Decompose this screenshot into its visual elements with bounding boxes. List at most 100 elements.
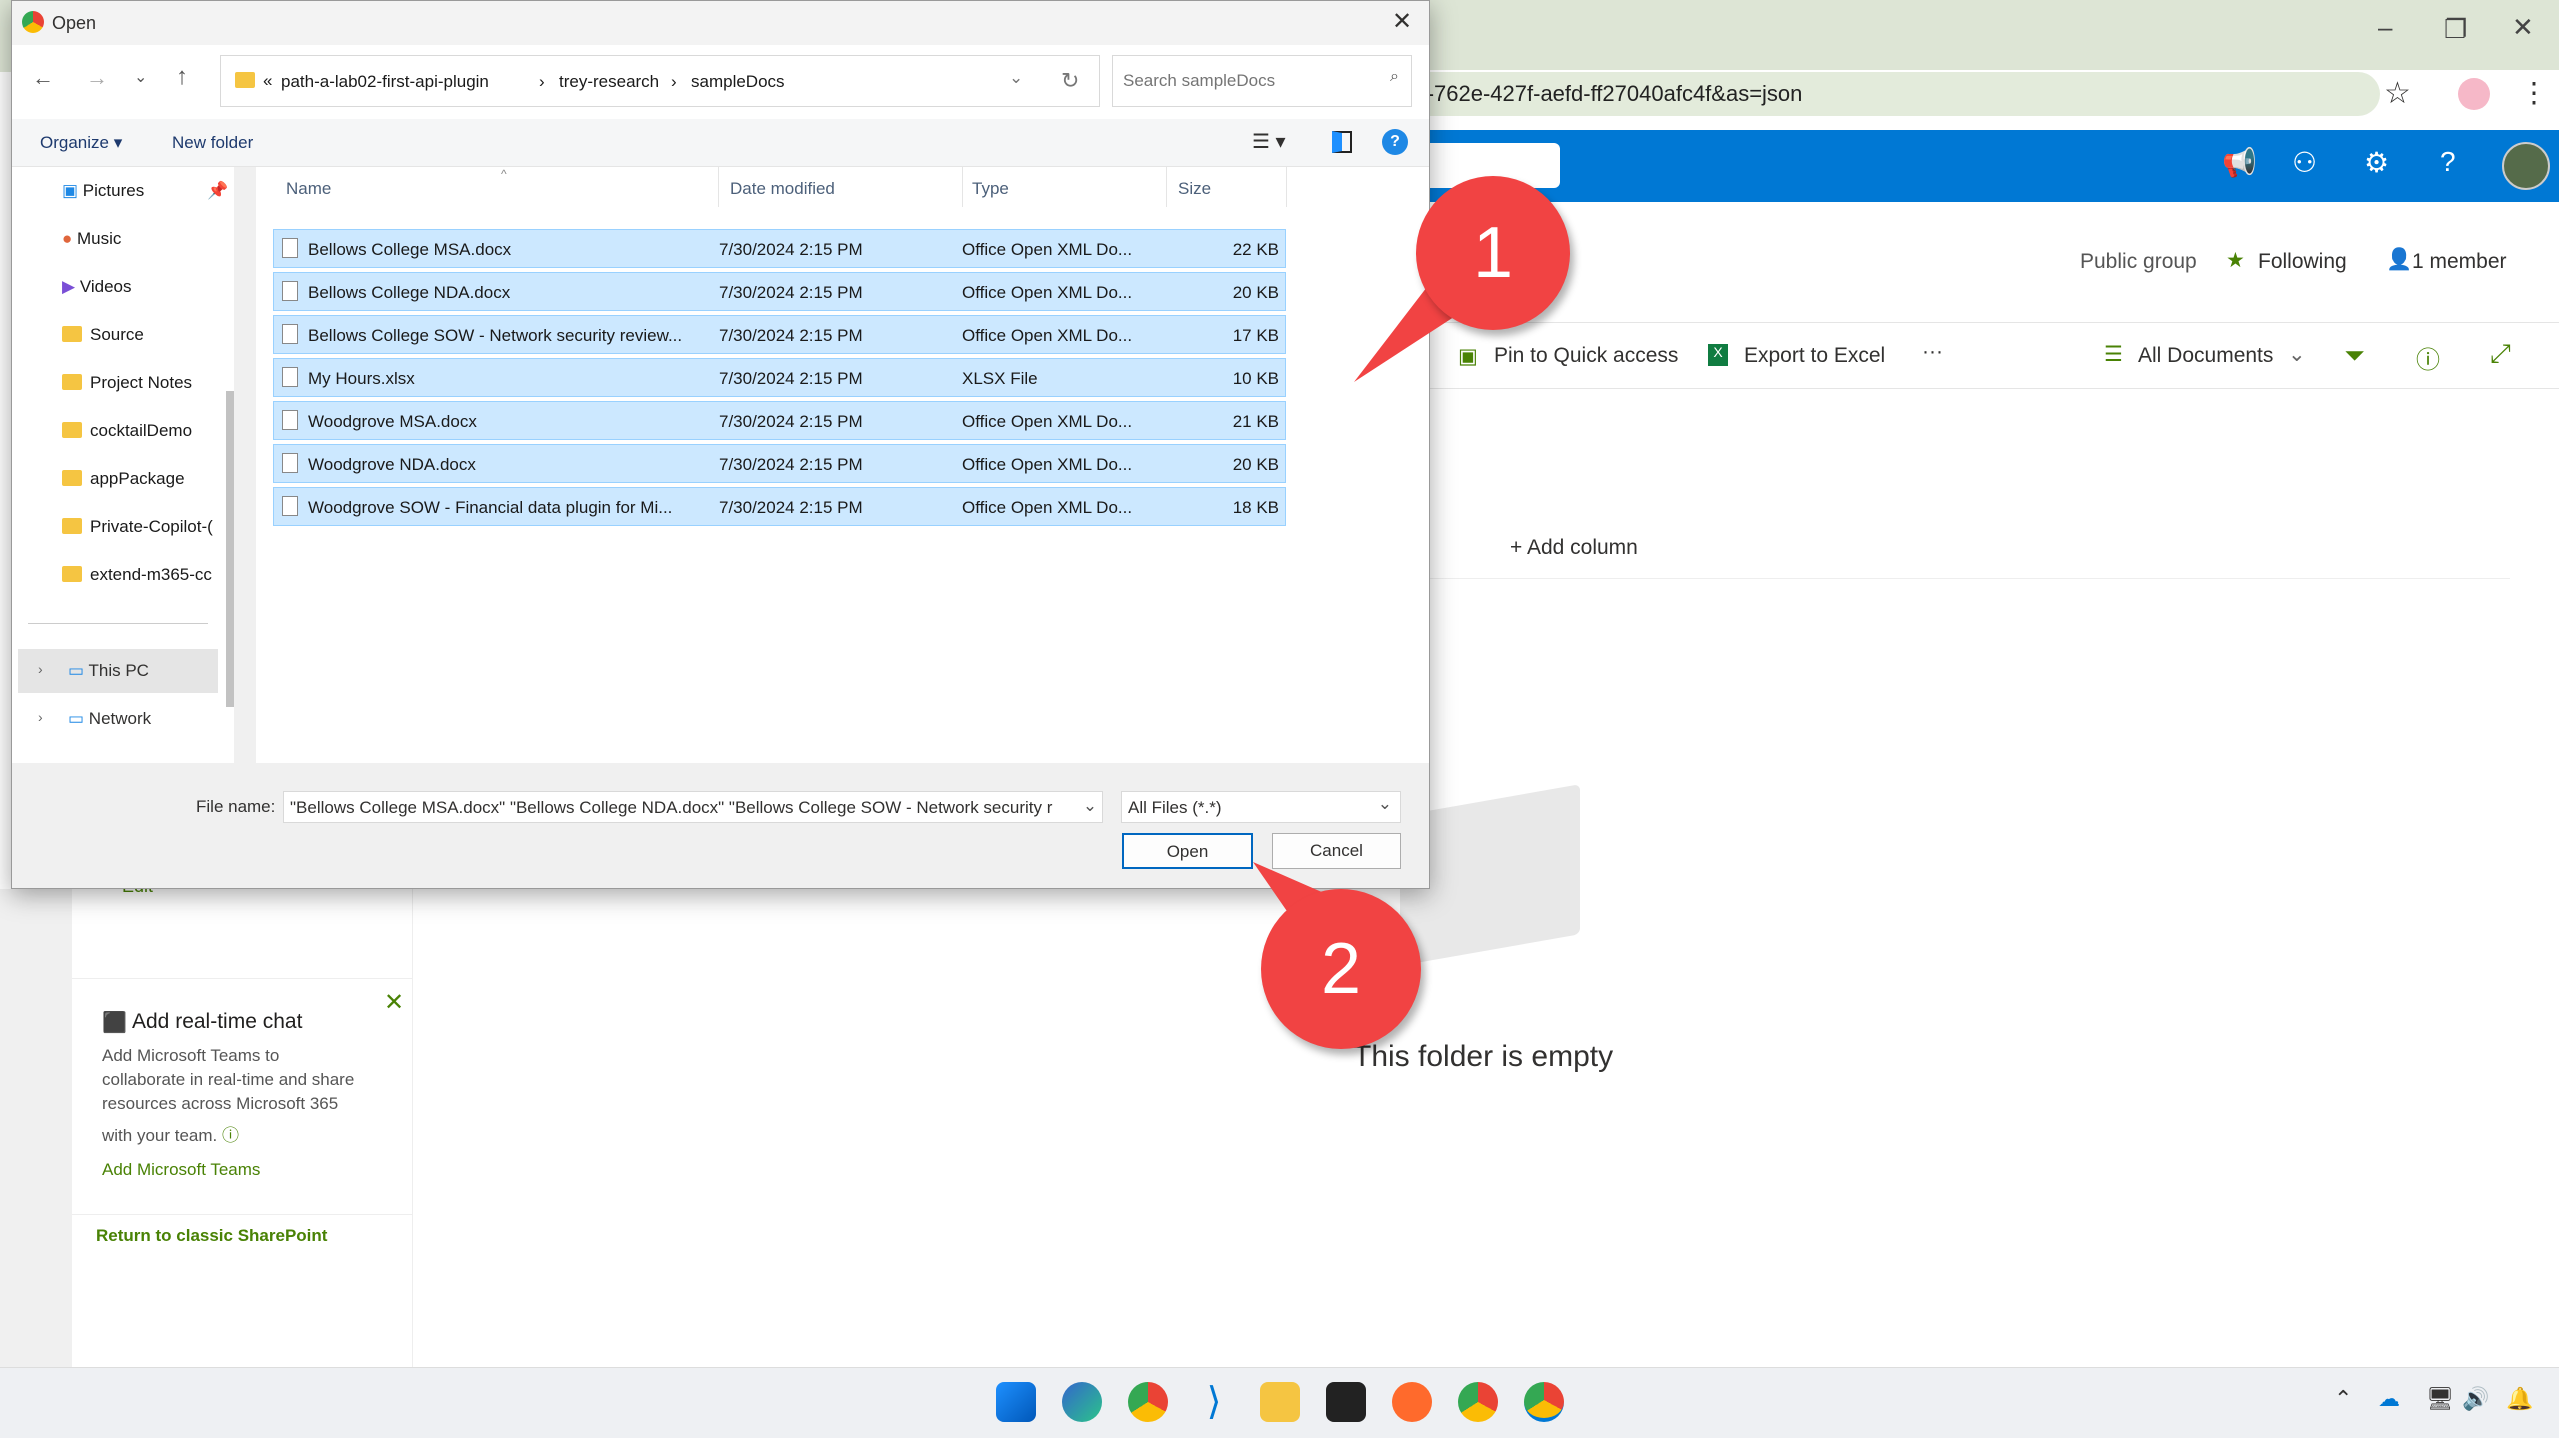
organize-menu[interactable]: Organize ▾ <box>40 133 122 153</box>
add-column-button[interactable]: + Add column <box>1510 536 1638 560</box>
nav-item[interactable]: cocktailDemo <box>62 421 192 441</box>
file-row[interactable]: Woodgrove NDA.docx 7/30/2024 2:15 PM Off… <box>273 444 1286 483</box>
filter-icon[interactable]: ⏷ <box>2344 340 2365 372</box>
chrome-profile-icon[interactable] <box>1458 1382 1498 1422</box>
info-icon[interactable]: ⓘ <box>222 1126 239 1145</box>
view-options-icon[interactable]: ☰ ▾ <box>1252 129 1286 154</box>
file-row[interactable]: Woodgrove SOW - Financial data plugin fo… <box>273 487 1286 526</box>
breadcrumb-segment[interactable]: sampleDocs <box>691 72 785 92</box>
file-size: 17 KB <box>1232 326 1279 345</box>
nav-item-this-pc[interactable]: › ▭ This PC <box>18 649 218 693</box>
nav-item[interactable]: Private-Copilot-( <box>62 517 228 537</box>
cancel-button[interactable]: Cancel <box>1272 833 1401 869</box>
megaphone-icon[interactable]: 📢 <box>2222 146 2257 179</box>
help-icon[interactable]: ? <box>2440 146 2456 178</box>
vscode-icon[interactable]: ⟩ <box>1194 1382 1234 1422</box>
help-icon[interactable]: ? <box>1382 129 1408 155</box>
menu-icon[interactable]: ⋮ <box>2520 76 2548 109</box>
forward-icon[interactable]: → <box>86 65 108 91</box>
view-selector[interactable]: All Documents <box>2138 344 2273 368</box>
file-explorer-icon[interactable] <box>1260 1382 1300 1422</box>
nav-item[interactable]: Project Notes <box>62 373 192 393</box>
up-icon[interactable]: ↑ <box>176 63 188 91</box>
recent-chevron-icon[interactable]: ⌄ <box>134 67 147 87</box>
back-icon[interactable]: ← <box>32 65 54 91</box>
edge-icon[interactable] <box>1062 1382 1102 1422</box>
column-name[interactable]: Name <box>286 179 331 199</box>
nav-item[interactable]: extend-m365-cc <box>62 565 228 585</box>
restore-icon[interactable]: ❐ <box>2444 14 2467 45</box>
file-type-select[interactable]: All Files (*.*) ⌄ <box>1121 791 1401 823</box>
bookmark-star-icon[interactable]: ☆ <box>2384 76 2411 111</box>
divider <box>72 1214 413 1215</box>
members-button[interactable]: 1 member <box>2412 250 2507 274</box>
nav-item[interactable]: ● Music <box>62 229 121 249</box>
profile-icon[interactable] <box>2458 78 2490 110</box>
nav-item[interactable]: ▣ Pictures 📌 <box>62 181 228 201</box>
nav-item[interactable]: ▶ Videos <box>62 277 132 297</box>
refresh-icon[interactable]: ↻ <box>1061 68 1079 94</box>
nav-scrollbar[interactable] <box>226 391 234 707</box>
nav-item[interactable]: appPackage <box>62 469 185 489</box>
chevron-down-icon: ⌄ <box>2288 343 2306 366</box>
nav-item-network[interactable]: › ▭ Network <box>18 697 218 741</box>
url-bar[interactable]: 566-762e-427f-aefd-ff27040afc4f&as=json <box>1380 72 2380 116</box>
address-breadcrumb[interactable]: « path-a-lab02-first-api-plugin › trey-r… <box>220 55 1100 107</box>
file-row[interactable]: Bellows College SOW - Network security r… <box>273 315 1286 354</box>
column-date-modified[interactable]: Date modified <box>730 179 835 199</box>
left-nav-panel: Edit ⬛ Add real-time chat ✕ Add Microsof… <box>72 870 413 1367</box>
breadcrumb-segment[interactable]: trey-research <box>559 72 659 92</box>
terminal-icon[interactable] <box>1326 1382 1366 1422</box>
info-icon[interactable]: ⓘ <box>2416 340 2440 375</box>
close-card-icon[interactable]: ✕ <box>384 988 404 1017</box>
avatar[interactable] <box>2502 142 2550 190</box>
file-row[interactable]: Bellows College MSA.docx 7/30/2024 2:15 … <box>273 229 1286 268</box>
expand-icon[interactable]: ⤢ <box>2490 338 2511 370</box>
more-button[interactable]: ··· <box>1922 340 1943 364</box>
settings-icon[interactable]: ⚙ <box>2364 146 2389 179</box>
search-input[interactable] <box>1123 71 1363 91</box>
volume-icon[interactable]: 🔊 <box>2462 1386 2489 1412</box>
preview-pane-icon[interactable] <box>1332 131 1352 153</box>
column-size[interactable]: Size <box>1178 179 1211 199</box>
breadcrumb-segment[interactable]: path-a-lab02-first-api-plugin <box>281 72 489 92</box>
file-row[interactable]: Bellows College NDA.docx 7/30/2024 2:15 … <box>273 272 1286 311</box>
file-name: Bellows College NDA.docx <box>308 283 511 302</box>
excel-icon: X <box>1708 344 1728 366</box>
history-dropdown-icon[interactable]: ⌄ <box>1009 68 1023 88</box>
following-button[interactable]: Following <box>2258 250 2347 274</box>
chrome-icon[interactable] <box>1128 1382 1168 1422</box>
chrome-active-icon[interactable] <box>1524 1382 1564 1422</box>
app-icon[interactable]: ⚇ <box>2292 146 2317 179</box>
open-button[interactable]: Open <box>1122 833 1253 869</box>
folder-icon <box>62 326 82 342</box>
file-type: XLSX File <box>962 369 1038 388</box>
search-box[interactable]: ⌕ <box>1112 55 1412 107</box>
pin-quick-access-button[interactable]: Pin to Quick access <box>1494 344 1678 368</box>
start-icon[interactable] <box>996 1382 1036 1422</box>
close-window-icon[interactable]: ✕ <box>2512 12 2534 43</box>
new-folder-button[interactable]: New folder <box>172 133 253 153</box>
classic-sharepoint-link[interactable]: Return to classic SharePoint <box>96 1226 327 1246</box>
file-row[interactable]: Woodgrove MSA.docx 7/30/2024 2:15 PM Off… <box>273 401 1286 440</box>
add-teams-link[interactable]: Add Microsoft Teams <box>102 1160 260 1180</box>
column-type[interactable]: Type <box>972 179 1009 199</box>
export-excel-button[interactable]: Export to Excel <box>1744 344 1885 368</box>
network-icon[interactable]: 🖥 <box>2426 1386 2454 1412</box>
file-row[interactable]: My Hours.xlsx 7/30/2024 2:15 PM XLSX Fil… <box>273 358 1286 397</box>
file-type: Office Open XML Do... <box>962 240 1133 259</box>
divider <box>72 978 413 979</box>
notification-icon[interactable]: 🔔 <box>2506 1386 2533 1412</box>
file-name-input[interactable]: "Bellows College MSA.docx" "Bellows Coll… <box>283 791 1103 823</box>
sort-ascending-icon: ^ <box>501 167 507 181</box>
left-rail <box>0 889 72 1367</box>
chevron-down-icon[interactable]: ⌄ <box>1078 792 1102 822</box>
postman-icon[interactable] <box>1392 1382 1432 1422</box>
file-date: 7/30/2024 2:15 PM <box>719 369 863 388</box>
close-icon[interactable]: ✕ <box>1392 7 1412 36</box>
nav-item[interactable]: Source <box>62 325 144 345</box>
onedrive-icon[interactable]: ☁ <box>2378 1386 2400 1412</box>
tray-chevron-icon[interactable]: ⌃ <box>2334 1386 2352 1412</box>
minimize-icon[interactable]: – <box>2378 12 2392 43</box>
file-date: 7/30/2024 2:15 PM <box>719 283 863 302</box>
